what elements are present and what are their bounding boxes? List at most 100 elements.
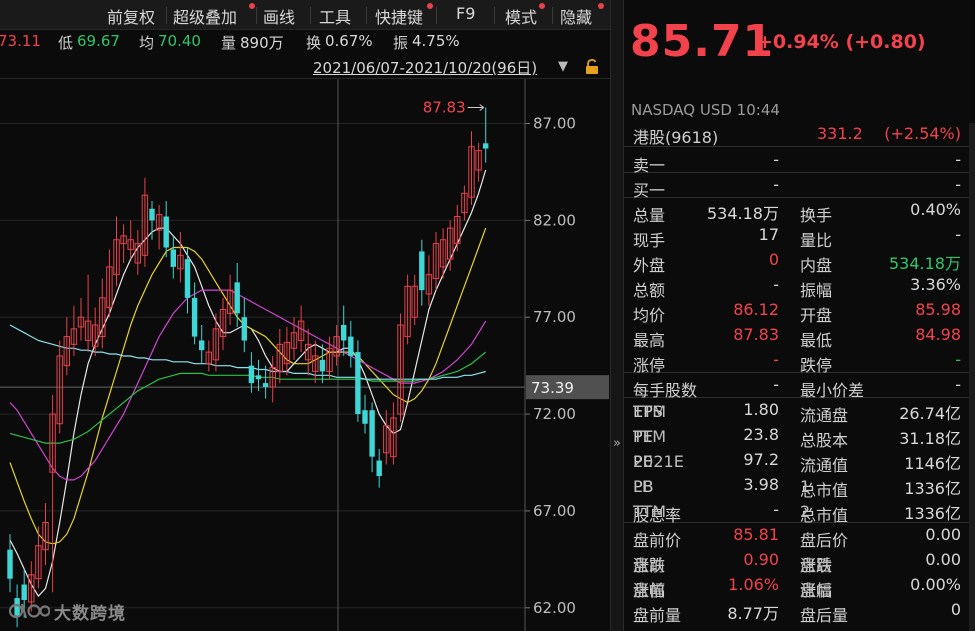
candle-body [199,340,205,351]
quote-label-superscript: TTM [633,502,667,521]
brand-name: 大数跨境 [54,604,126,624]
quote-value: 0.40% [910,200,961,219]
quote-row: 盘前价 85.81 盘后价 0.00 [633,525,961,550]
stat-avg-label: 均 [139,34,155,52]
quote-value: 85.81 [733,525,779,544]
stat-volume-label: 量 [221,34,237,52]
quote-value: 97.2 [743,450,779,469]
hk-listing-change: (+2.54%) [884,124,961,143]
quote-value: 26.74亿 [899,404,961,423]
panel-collapse-handle[interactable]: » [610,0,624,631]
stat-amplitude-label: 振 [393,34,409,52]
quote-value: - [955,150,961,169]
stat-turnover-value: 0.67% [325,32,373,50]
dropdown-triangle-icon[interactable]: ▼ [558,59,568,74]
candle-body [362,410,368,424]
quote-row: 股息率 TTM - 总市值 2 1336亿 [624,498,969,525]
last-price: 85.71 [630,16,775,67]
quote-value: 0.00 [925,550,961,569]
toolbar-tools-button[interactable]: 工具 [319,4,351,28]
hk-listing-row[interactable]: 港股(9618) 331.2 (+2.54%) [624,123,969,147]
quote-value: 534.18万 [707,204,779,223]
candle-body [7,549,13,579]
quote-value: 534.18万 [889,254,961,273]
hk-listing-label: 港股(9618) [633,128,719,147]
chart-pane: 前复权 超级叠加 画线 工具 快捷键 F9 模式 隐藏 73.11 低 69.6… [0,0,610,631]
quote-label-superscript: 2 [800,502,811,521]
quote-row: 涨幅 盘前 1.06% 涨幅 盘后 0.00% [633,575,961,600]
quote-value: 8.77万 [727,604,779,623]
notification-dot [598,3,604,9]
high-marker-label: 87.83 [423,98,466,116]
candle-body [255,375,262,380]
double-chevron-right-icon[interactable]: » [613,436,621,451]
quote-value: 31.18亿 [899,429,961,448]
quote-value: - [773,375,779,394]
toolbar-separator [256,7,257,24]
notification-dot [427,3,433,9]
candle-body [348,336,354,356]
quote-value: 1336亿 [904,504,961,523]
quote-value: - [773,500,779,519]
quote-row: 外盘 0 内盘 534.18万 [633,250,961,275]
quote-value: 87.83 [733,325,779,344]
quote-row: 每手股数 - 最小价差 - [624,373,969,400]
quote-value: - [773,350,779,369]
stat-low-label: 低 [58,34,74,52]
y-tick-label: 72.00 [533,405,576,423]
toolbar-shortcuts-button[interactable]: 快捷键 [375,4,423,28]
stat-low-value: 69.67 [77,32,120,50]
quote-value: 23.8 [743,425,779,444]
quote-row: 卖一 - - [624,148,969,175]
stat-avg-value: 70.40 [158,32,201,50]
toolbar-mode-button[interactable]: 模式 [505,4,537,28]
candle-body [21,584,27,601]
chart-toolbar: 前复权 超级叠加 画线 工具 快捷键 F9 模式 隐藏 [0,0,610,30]
candle-body [319,359,326,372]
candle-body [248,365,255,384]
quote-value: 86.12 [733,300,779,319]
stat-volume-value: 890万 [240,34,284,52]
quote-row: PE TTM 23.8 总股本 31.18亿 [633,425,961,450]
quote-row: EPS TTM 1.80 流通盘 26.74亿 [633,400,961,425]
quote-value: - [955,225,961,244]
quote-row: 盘前量 8.77万 盘后量 0 [633,600,961,625]
market-info: NASDAQ USD 10:44 [631,101,780,119]
quote-value: 1.06% [728,575,779,594]
quote-scrollbar[interactable] [969,123,975,631]
toolbar-separator [436,7,437,24]
quote-value: 0.00% [910,575,961,594]
candle-body [419,251,425,291]
candle-body [163,216,169,248]
price-change: +0.94% (+0.80) [757,31,926,53]
candle-body [355,352,361,415]
quote-value: 0.90 [743,550,779,569]
lock-icon[interactable] [585,59,599,75]
toolbar-overlay-button[interactable]: 超级叠加 [173,4,237,28]
candle-body [341,324,347,341]
quote-row: 总额 - 振幅 3.36% [633,275,961,300]
quote-value: - [955,375,961,394]
date-range-selector[interactable]: 2021/06/07-2021/10/20(96日) [313,57,537,78]
candle-body [184,259,191,298]
quote-label-superscript: LF [633,477,652,496]
price-chart[interactable]: 87.00 82.00 77.00 72.00 67.00 62.00 87.83 73.39 [0,79,610,631]
quote-value: 1336亿 [904,479,961,498]
quote-value: 3.36% [910,275,961,294]
brand-logo-icon [8,603,50,619]
toolbar-adjust-button[interactable]: 前复权 [107,4,155,28]
candle-body [369,410,375,457]
quote-value: - [955,175,961,194]
toolbar-f9-button[interactable]: F9 [456,4,475,23]
y-tick-label: 62.00 [533,599,576,617]
quote-row: 买一 - - [624,173,969,200]
toolbar-separator [494,7,495,24]
toolbar-separator [310,7,311,24]
quote-panel: 85.71 +0.94% (+0.80) NASDAQ USD 10:44 港股… [624,0,975,631]
candle-body [483,143,489,149]
toolbar-draw-button[interactable]: 画线 [263,4,295,28]
notification-dot [249,3,255,9]
y-tick-label: 82.00 [533,211,576,229]
quote-value: 0.00 [925,525,961,544]
quote-label-superscript: 2021E [633,452,684,471]
